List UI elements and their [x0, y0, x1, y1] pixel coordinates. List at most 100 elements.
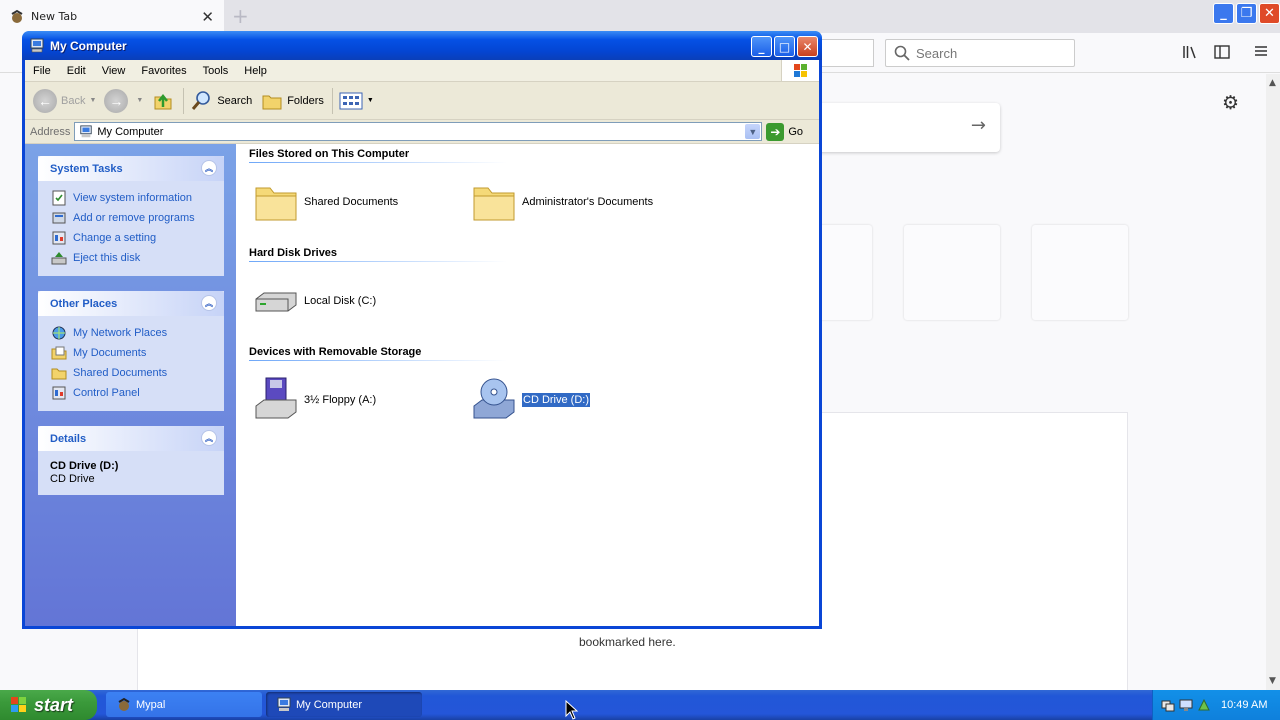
folders-icon	[262, 95, 282, 109]
system-tasks-pane: System Tasks ︽ View system information A…	[38, 156, 224, 276]
file-view: Files Stored on This Computer Shared Doc…	[236, 144, 819, 626]
folder-icon	[51, 368, 67, 380]
browser-search-box[interactable]: Search	[885, 39, 1075, 67]
other-places-header[interactable]: Other Places ︽	[38, 291, 224, 316]
menu-favorites[interactable]: Favorites	[133, 65, 194, 77]
window-title-bar[interactable]: My Computer _ □ ✕	[22, 31, 822, 60]
close-button[interactable]: ✕	[797, 36, 818, 57]
group-files-header: Files Stored on This Computer	[249, 148, 410, 160]
taskbar-item-my-computer[interactable]: My Computer	[266, 692, 422, 717]
eject-disk-link[interactable]: Eject this disk	[51, 248, 214, 268]
browser-scrollbar[interactable]: ▲ ▼	[1266, 74, 1280, 690]
menu-help[interactable]: Help	[236, 65, 275, 77]
new-tab-button[interactable]: +	[232, 4, 249, 28]
chevron-down-icon[interactable]: ▼	[367, 97, 374, 104]
other-places-pane: Other Places ︽ My Network Places My Docu…	[38, 291, 224, 411]
window-body: File Edit View Favorites Tools Help ← Ba…	[25, 60, 819, 626]
top-site-tile[interactable]	[904, 225, 1000, 320]
computer-icon	[277, 697, 291, 711]
system-tray: 10:49 AM	[1152, 690, 1280, 720]
task-pane: System Tasks ︽ View system information A…	[25, 144, 236, 626]
cd-drive-icon	[473, 378, 515, 419]
folders-button[interactable]: Folders	[260, 89, 324, 113]
documents-icon	[51, 346, 67, 360]
view-system-info-link[interactable]: View system information	[51, 188, 214, 208]
chevron-down-icon[interactable]: ▼	[136, 97, 143, 104]
collapse-chevron-icon[interactable]: ︽	[201, 295, 217, 311]
browser-restore-button[interactable]: ❐	[1236, 3, 1257, 24]
newtab-search-box[interactable]: →	[812, 103, 1000, 152]
add-remove-programs-link[interactable]: Add or remove programs	[51, 208, 214, 228]
floppy-icon	[255, 377, 297, 419]
explorer-main: System Tasks ︽ View system information A…	[25, 144, 819, 626]
chevron-down-icon[interactable]: ▼	[89, 97, 96, 104]
folder-icon	[473, 187, 515, 221]
up-folder-button[interactable]	[151, 89, 175, 113]
programs-icon	[52, 212, 66, 224]
tab-close-icon[interactable]: ✕	[201, 8, 214, 26]
menu-view[interactable]: View	[94, 65, 134, 77]
forward-arrow-icon: →	[104, 88, 129, 113]
collapse-chevron-icon[interactable]: ︽	[201, 160, 217, 176]
go-arrow-icon: ➔	[766, 122, 785, 141]
address-label: Address	[30, 125, 71, 138]
shared-documents-item[interactable]: Shared Documents	[252, 178, 398, 226]
magnifier-icon	[192, 90, 211, 110]
menu-edit[interactable]: Edit	[59, 65, 94, 77]
browser-url-bar[interactable]	[820, 39, 874, 67]
details-item-type: CD Drive	[50, 473, 95, 485]
taskbar-item-mypal[interactable]: Mypal	[106, 692, 262, 717]
back-button[interactable]: ← Back ▼	[33, 88, 96, 113]
computer-icon	[30, 38, 44, 52]
sidebar-icon[interactable]	[1214, 44, 1230, 64]
window-title: My Computer	[50, 38, 127, 53]
search-icon	[894, 45, 910, 61]
safely-remove-tray-icon[interactable]	[1197, 698, 1211, 712]
up-folder-icon	[154, 93, 172, 109]
go-button[interactable]: ➔ Go	[766, 122, 803, 141]
display-tray-icon[interactable]	[1179, 698, 1193, 712]
admin-documents-item[interactable]: Administrator's Documents	[470, 178, 653, 226]
floppy-drive-item[interactable]: 3½ Floppy (A:)	[252, 376, 376, 424]
menu-tools[interactable]: Tools	[195, 65, 237, 77]
eject-icon	[51, 252, 67, 265]
chevron-down-icon[interactable]: ▼	[745, 124, 761, 139]
start-button[interactable]: start	[0, 690, 97, 720]
browser-close-button[interactable]: ✕	[1259, 3, 1280, 24]
menu-file[interactable]: File	[25, 65, 59, 77]
top-site-tile[interactable]	[1032, 225, 1128, 320]
menu-icon[interactable]	[1254, 44, 1268, 62]
local-disk-item[interactable]: Local Disk (C:)	[252, 277, 376, 325]
details-header[interactable]: Details ︽	[38, 426, 224, 451]
browser-tab[interactable]: New Tab ✕	[0, 0, 224, 33]
scroll-down-icon[interactable]: ▼	[1269, 676, 1276, 686]
shared-documents-link[interactable]: Shared Documents	[51, 363, 214, 383]
gear-icon[interactable]: ⚙	[1222, 92, 1239, 114]
folder-icon	[255, 187, 297, 221]
details-pane: Details ︽ CD Drive (D:) CD Drive	[38, 426, 224, 495]
mouse-cursor-icon	[565, 700, 579, 720]
taskbar: start Mypal My Computer 10:49 AM	[0, 690, 1280, 720]
search-button[interactable]: Search	[190, 89, 252, 113]
views-button[interactable]: ▼	[339, 91, 374, 111]
system-tasks-header[interactable]: System Tasks ︽	[38, 156, 224, 181]
browser-minimize-button[interactable]: _	[1213, 3, 1234, 24]
clock[interactable]: 10:49 AM	[1221, 699, 1267, 711]
network-icon	[52, 326, 66, 340]
forward-button[interactable]: → ▼	[104, 88, 143, 113]
change-setting-link[interactable]: Change a setting	[51, 228, 214, 248]
cd-drive-item[interactable]: CD Drive (D:)	[470, 376, 591, 424]
address-input[interactable]: My Computer ▼	[74, 122, 763, 141]
window-controls: _ □ ✕	[751, 36, 818, 57]
library-icon[interactable]	[1182, 44, 1198, 64]
my-network-places-link[interactable]: My Network Places	[51, 323, 214, 343]
arrow-right-icon[interactable]: →	[971, 115, 986, 136]
network-tray-icon[interactable]	[1161, 698, 1175, 712]
scroll-up-icon[interactable]: ▲	[1269, 78, 1276, 88]
minimize-button[interactable]: _	[751, 36, 772, 57]
search-placeholder: Search	[916, 45, 958, 61]
collapse-chevron-icon[interactable]: ︽	[201, 430, 217, 446]
control-panel-link[interactable]: Control Panel	[51, 383, 214, 403]
maximize-button[interactable]: □	[774, 36, 795, 57]
my-documents-link[interactable]: My Documents	[51, 343, 214, 363]
